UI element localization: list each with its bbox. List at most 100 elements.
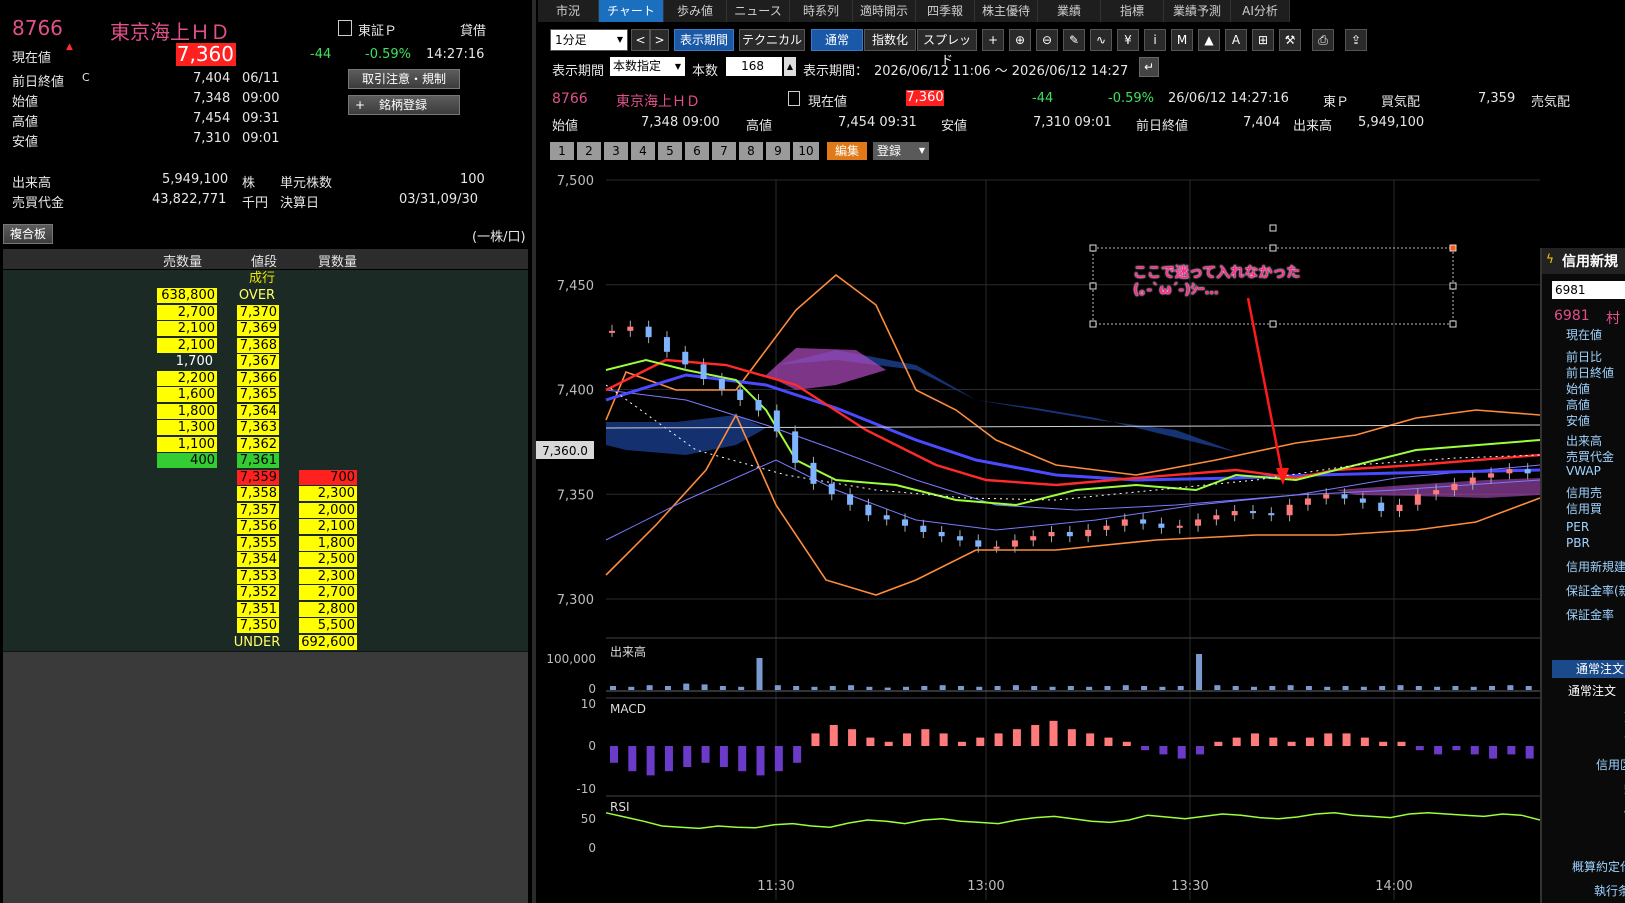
board-row[interactable]: 1,300 7,363	[3, 419, 528, 437]
board-sell-cell[interactable]: 1,700	[157, 354, 213, 369]
board-sell-cell[interactable]: 400	[157, 453, 217, 468]
technical-button[interactable]: テクニカル	[739, 29, 805, 51]
tab-9[interactable]: 指標	[1101, 0, 1164, 22]
board-row[interactable]: 1,100 7,362	[3, 435, 528, 454]
board-price-cell[interactable]: 7,364	[237, 403, 279, 419]
edit-button[interactable]: 編集	[827, 142, 867, 160]
board-sell-cell[interactable]: 1,600	[157, 387, 217, 402]
board-row[interactable]: 7,350 5,500	[3, 617, 528, 635]
board-row[interactable]: 2,100 7,368	[3, 336, 528, 355]
board-price-cell[interactable]: OVER	[233, 288, 281, 303]
board-row[interactable]: 400 7,361	[3, 452, 528, 470]
board-price-cell[interactable]: 7,358	[237, 486, 279, 501]
tab-8[interactable]: 業績	[1038, 0, 1101, 22]
board-price-cell[interactable]: 7,356	[237, 519, 279, 534]
board-price-cell[interactable]: 7,365	[237, 387, 279, 402]
order-tab[interactable]: 通常注文	[1552, 660, 1625, 678]
layout-tab-4[interactable]: 4	[631, 142, 655, 160]
board-price-cell[interactable]: 7,362	[237, 436, 279, 452]
layout-tab-5[interactable]: 5	[658, 142, 682, 160]
crosshair-icon[interactable]: +	[982, 29, 1004, 51]
board-sell-cell[interactable]: 1,100	[157, 436, 217, 452]
board-price-cell[interactable]: 7,355	[237, 535, 279, 551]
pen-icon[interactable]: ✎	[1063, 29, 1085, 51]
board-price-cell[interactable]: 7,367	[237, 354, 279, 369]
spread-button[interactable]: スプレッド	[917, 29, 977, 67]
bars-stepper[interactable]: ▲	[784, 57, 796, 76]
board-row[interactable]: 7,354 2,500	[3, 551, 528, 569]
tab-3[interactable]: ニュース	[727, 0, 790, 22]
area-icon[interactable]: ▲	[1198, 29, 1220, 51]
board-row[interactable]: 7,353 2,300	[3, 567, 528, 586]
tab-6[interactable]: 四季報	[916, 0, 975, 22]
board-buy-cell[interactable]: 1,800	[299, 535, 357, 551]
board-price-cell[interactable]: 7,361	[237, 453, 279, 468]
export-icon[interactable]: ⇪	[1345, 29, 1367, 51]
document-icon[interactable]	[338, 20, 352, 36]
board-row[interactable]: 2,100 7,369	[3, 320, 528, 338]
index-button[interactable]: 指数化	[864, 29, 916, 51]
board-row[interactable]: 7,359 700	[3, 468, 528, 487]
layout-tab-2[interactable]: 2	[577, 142, 601, 160]
board-price-cell[interactable]: UNDER	[233, 635, 281, 650]
layout-tab-8[interactable]: 8	[739, 142, 763, 160]
board-row[interactable]: 1,700 7,367	[3, 353, 528, 371]
board-row[interactable]: 7,357 2,000	[3, 501, 528, 520]
prev-arrow-button[interactable]: <	[631, 29, 650, 51]
board-price-cell[interactable]: 7,354	[237, 552, 279, 567]
board-price-cell[interactable]: 7,368	[237, 337, 279, 353]
period-button[interactable]: 表示期間	[674, 29, 734, 51]
price-chart[interactable]: 7,500 7,450 7,400 7,350 7,300 7,360.0 出来高 100,0…	[536, 160, 1540, 903]
board-price-cell[interactable]: 7,359	[237, 469, 279, 485]
annotation-text[interactable]: ここで迷って入れなかった (｡-`ω´-)ｼｰ…	[1133, 265, 1300, 299]
board-row[interactable]: 638,800 OVER	[3, 287, 528, 305]
board-row[interactable]: 2,700 7,370	[3, 303, 528, 322]
board-price-cell[interactable]: 7,357	[237, 502, 279, 518]
tab-5[interactable]: 適時開示	[853, 0, 916, 22]
board-sell-cell[interactable]: 2,100	[157, 337, 217, 353]
board-buy-cell[interactable]: 692,600	[299, 634, 357, 650]
layout-tab-9[interactable]: 9	[766, 142, 790, 160]
composite-board-tab[interactable]: 複合板	[3, 224, 53, 244]
board-buy-cell[interactable]: 2,700	[299, 585, 357, 600]
layout-tab-10[interactable]: 10	[793, 142, 819, 160]
printer-icon[interactable]: ⎙	[1312, 29, 1334, 51]
board-price-cell[interactable]: 7,351	[237, 601, 279, 617]
my-icon[interactable]: M	[1171, 29, 1193, 51]
normal-button[interactable]: 通常	[811, 29, 863, 51]
register-stock-button[interactable]: + 銘柄登録	[348, 95, 460, 115]
board-buy-cell[interactable]: 2,300	[299, 568, 357, 584]
document-icon[interactable]	[788, 91, 800, 106]
zoom-in-icon[interactable]: ⊕	[1009, 29, 1031, 51]
wrench-icon[interactable]: ⚒	[1279, 29, 1301, 51]
period-select[interactable]: 本数指定 ▼	[610, 57, 685, 76]
board-row[interactable]: 7,356 2,100	[3, 518, 528, 536]
tab-2[interactable]: 歩み値	[664, 0, 727, 22]
board-price-cell[interactable]: 7,366	[237, 370, 279, 386]
trade-caution-button[interactable]: 取引注意・規制	[348, 69, 460, 89]
tab-7[interactable]: 株主優待	[975, 0, 1038, 22]
bars-input[interactable]: 168	[726, 57, 782, 76]
interval-select[interactable]: 1分足 ▼	[550, 29, 628, 51]
board-row[interactable]: 7,352 2,700	[3, 584, 528, 602]
board-buy-cell[interactable]: 2,000	[299, 502, 357, 518]
board-row[interactable]: 1,800 7,364	[3, 402, 528, 421]
board-price-cell[interactable]: 7,369	[237, 321, 279, 336]
info-icon[interactable]: i	[1144, 29, 1166, 51]
print-size-icon[interactable]: ⊞	[1252, 29, 1274, 51]
board-buy-cell[interactable]: 2,300	[299, 486, 357, 501]
board-sell-cell[interactable]: 2,700	[157, 304, 217, 320]
board-price-cell[interactable]: 7,352	[237, 585, 279, 600]
board-row[interactable]: 7,355 1,800	[3, 534, 528, 553]
zoom-out-icon[interactable]: ⊖	[1036, 29, 1058, 51]
board-buy-cell[interactable]: 2,100	[299, 519, 357, 534]
trend-icon[interactable]: ∿	[1090, 29, 1112, 51]
board-price-cell[interactable]: 7,363	[237, 420, 279, 435]
tab-11[interactable]: AI分析	[1231, 0, 1290, 22]
layout-tab-1[interactable]: 1	[550, 142, 574, 160]
board-price-cell[interactable]: 7,353	[237, 568, 279, 584]
layout-tab-7[interactable]: 7	[712, 142, 736, 160]
return-icon[interactable]: ↵	[1139, 57, 1159, 77]
layout-tab-3[interactable]: 3	[604, 142, 628, 160]
board-price-cell[interactable]: 7,350	[237, 618, 279, 633]
